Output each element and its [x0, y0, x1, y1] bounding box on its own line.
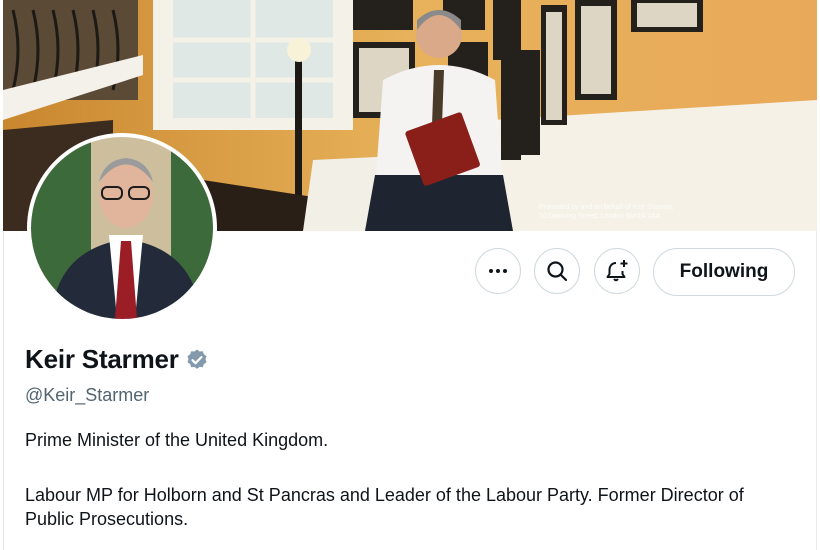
following-label: Following	[679, 261, 769, 282]
bell-plus-icon	[606, 260, 628, 282]
promoted-line-2: 10 Downing Street, London SW1A 2AA	[539, 213, 661, 220]
notifications-button[interactable]	[594, 248, 640, 294]
bio-line-1: Prime Minister of the United Kingdom.	[25, 430, 329, 450]
bio-line-2: Labour MP for Holborn and St Pancras and…	[25, 485, 744, 529]
search-button[interactable]	[534, 248, 580, 294]
user-handle: @Keir_Starmer	[25, 385, 150, 405]
following-button[interactable]: Following	[653, 248, 795, 296]
avatar[interactable]	[27, 133, 217, 323]
search-icon	[547, 261, 568, 282]
more-icon	[489, 269, 507, 273]
profile-name-row: Keir Starmer	[25, 344, 209, 375]
display-name: Keir Starmer	[25, 344, 179, 374]
promoted-disclaimer: Promoted by and on behalf of Keir Starme…	[539, 203, 674, 221]
more-options-button[interactable]	[475, 248, 521, 294]
avatar-image	[31, 137, 213, 319]
promoted-line-1: Promoted by and on behalf of Keir Starme…	[539, 204, 674, 211]
verified-badge-icon[interactable]	[185, 348, 209, 372]
